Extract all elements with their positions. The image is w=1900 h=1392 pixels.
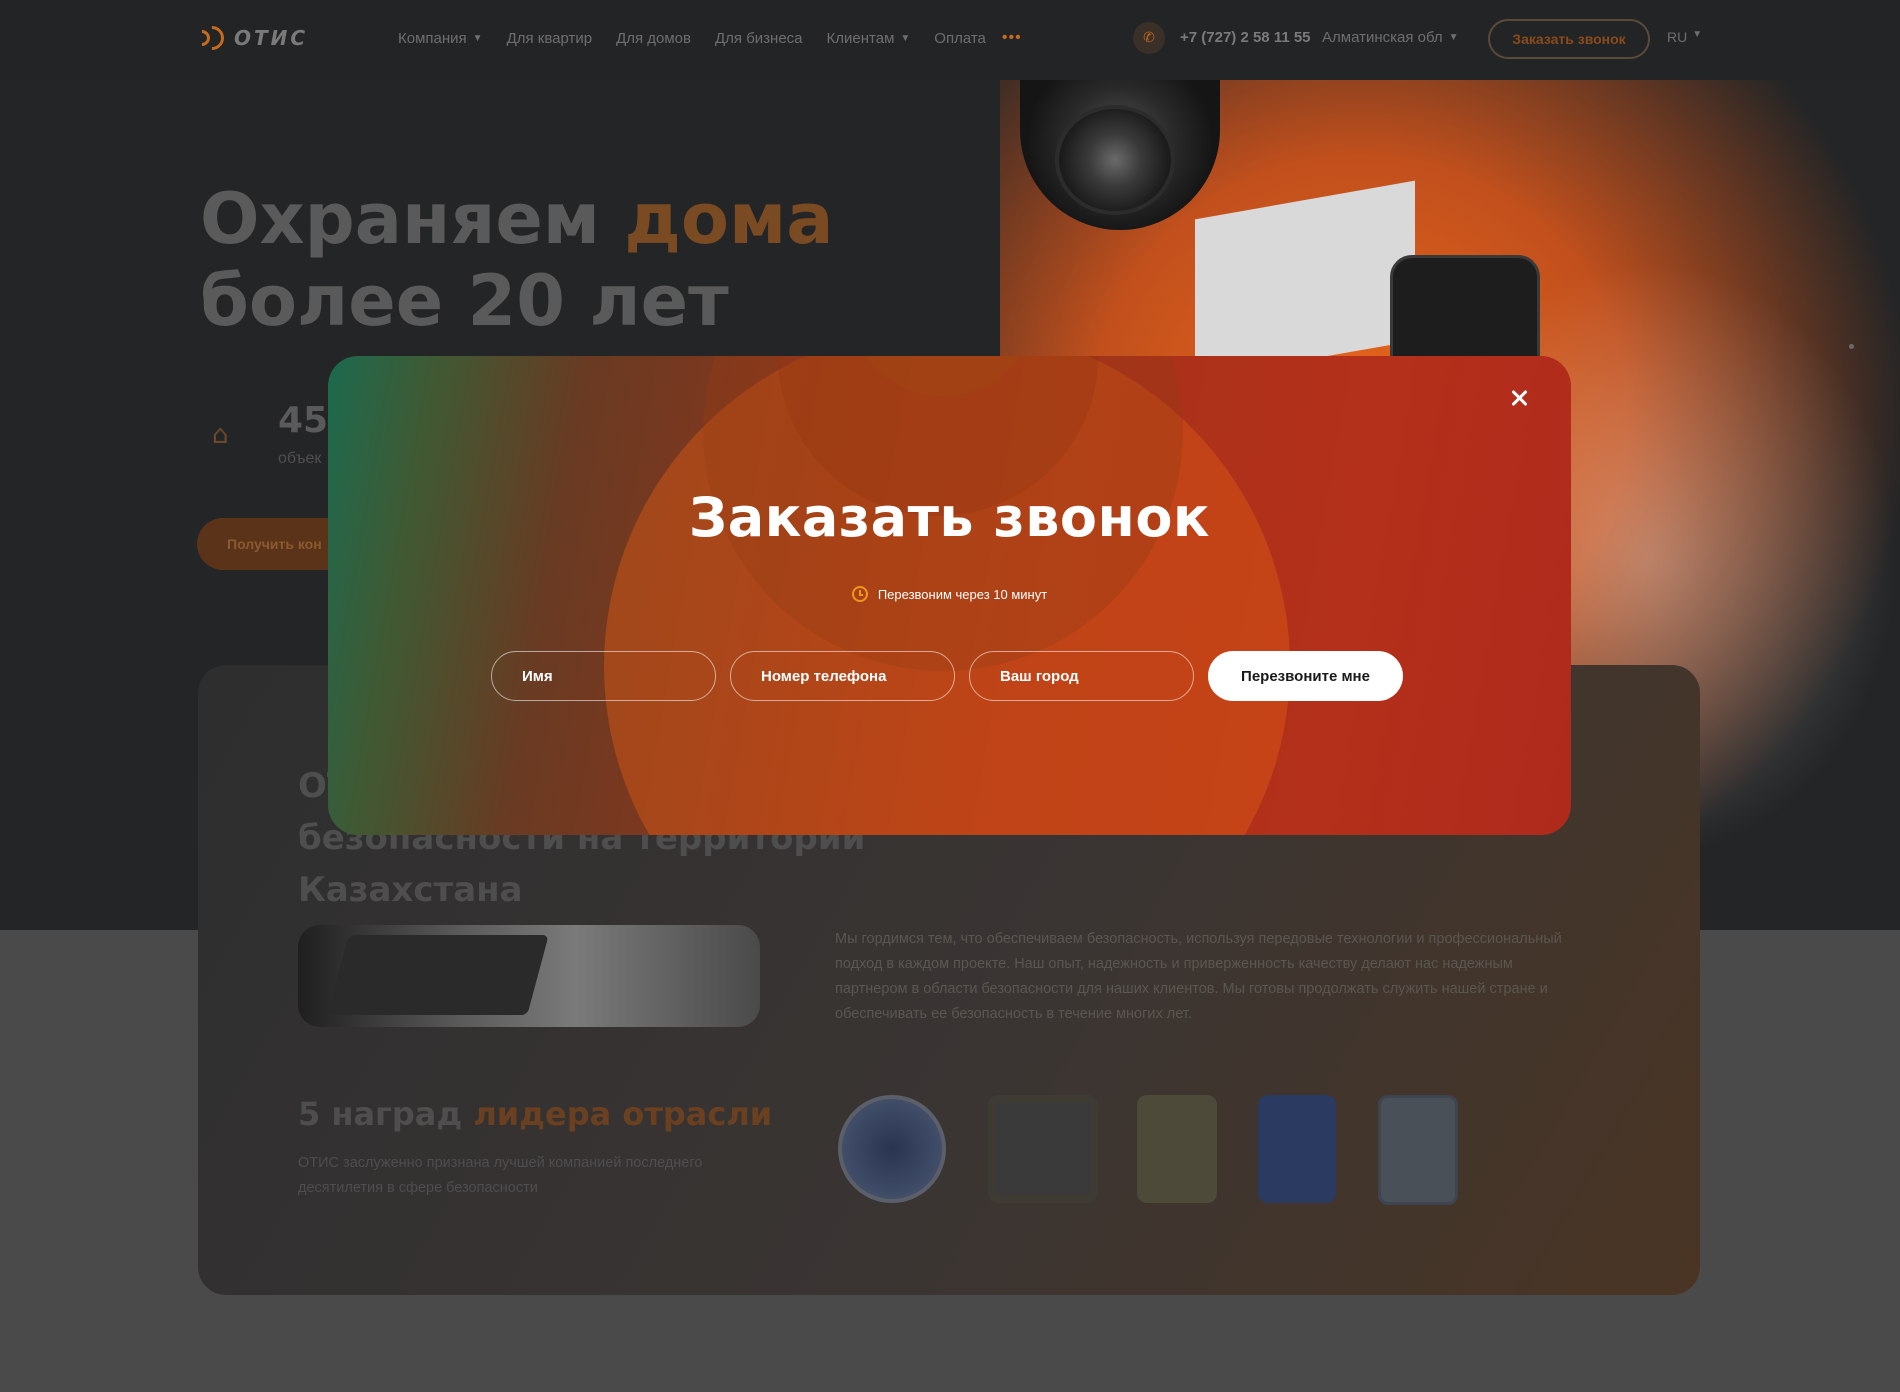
- header-callback-button[interactable]: Заказать звонок: [1488, 19, 1650, 59]
- close-icon[interactable]: [1507, 386, 1531, 410]
- name-input[interactable]: [491, 651, 716, 701]
- region-select[interactable]: Алматинская обл ▼: [1322, 29, 1459, 46]
- modal-title: Заказать звонок: [688, 486, 1211, 549]
- language-select[interactable]: RU ▼: [1667, 29, 1702, 45]
- header-phone[interactable]: +7 (727) 2 58 11 55: [1180, 29, 1311, 46]
- city-input[interactable]: [969, 651, 1194, 701]
- award-plaque-image[interactable]: [988, 1095, 1098, 1203]
- logo-text: ОТИС: [234, 26, 309, 50]
- callback-form: Перезвоните мне: [491, 651, 1403, 701]
- award-diploma-image[interactable]: [1137, 1095, 1217, 1203]
- award-medal-image[interactable]: [838, 1095, 946, 1203]
- modal-note: Перезвоним через 10 минут: [328, 586, 1571, 602]
- nav-item-apartments[interactable]: Для квартир: [507, 29, 593, 47]
- chevron-down-icon: ▼: [1692, 29, 1703, 40]
- nav-item-business[interactable]: Для бизнеса: [715, 29, 803, 47]
- award-certificate-image[interactable]: [1378, 1095, 1458, 1205]
- awards-title: 5 наград лидера отрасли: [298, 1095, 773, 1133]
- chevron-down-icon: ▼: [472, 32, 483, 44]
- stat-number: 45: [278, 400, 329, 441]
- phone-input[interactable]: [730, 651, 955, 701]
- nav-item-clients[interactable]: Клиентам ▼: [827, 29, 911, 47]
- clock-icon: [851, 586, 868, 602]
- logo-icon: [190, 21, 229, 55]
- awards-text: ОТИС заслуженно признана лучшей компание…: [298, 1155, 703, 1196]
- nav-item-payment[interactable]: Оплата: [934, 29, 986, 47]
- award-certificate-image[interactable]: [1258, 1095, 1336, 1203]
- hero-title: Охраняем дома более 20 лет: [200, 178, 834, 342]
- nav-item-company[interactable]: Компания ▼: [398, 29, 483, 47]
- callback-submit-button[interactable]: Перезвоните мне: [1208, 651, 1403, 701]
- modal-note-text: Перезвоним через 10 минут: [877, 586, 1048, 602]
- phone-icon[interactable]: ✆: [1133, 22, 1165, 54]
- chevron-down-icon: ▼: [900, 32, 911, 44]
- slider-dot[interactable]: [1849, 344, 1854, 349]
- logo[interactable]: ОТИС: [190, 21, 309, 55]
- about-text: Мы гордимся тем, что обеспечиваем безопа…: [835, 931, 1562, 1022]
- home-icon: ⌂: [212, 420, 229, 450]
- chevron-down-icon: ▼: [1448, 32, 1459, 43]
- callback-modal: Заказать звонок Перезвоним через 10 мину…: [328, 356, 1571, 835]
- stat-label: объек: [278, 450, 322, 467]
- header: ОТИС Компания ▼ Для квартир Для домов Для…: [0, 0, 1900, 80]
- more-menu-icon[interactable]: •••: [1002, 29, 1022, 47]
- nav-item-houses[interactable]: Для домов: [616, 29, 691, 47]
- main-nav: Компания ▼ Для квартир Для домов Для бизн…: [398, 29, 1022, 47]
- about-camera-image: [298, 925, 760, 1027]
